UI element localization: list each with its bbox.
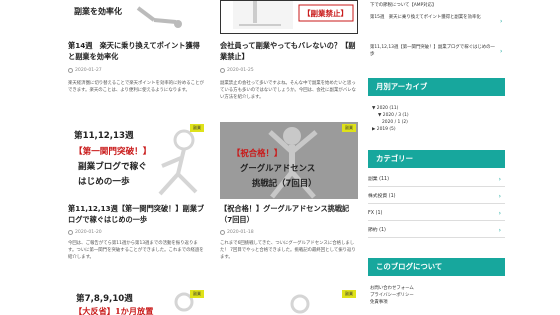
post-excerpt: 楽天経済圏に切り替えることで楽天ポイントを効率的に貯めることができます。楽天のこ… — [68, 81, 204, 93]
about-link[interactable]: お問い合わせフォーム — [370, 285, 414, 291]
category-heading: カテゴリー — [368, 150, 505, 168]
clock-icon — [68, 68, 73, 73]
post-thumbnail[interactable]: 第7,8,9,10週 【大反省】1か月放置 副業 — [68, 288, 206, 315]
related-link[interactable]: 第11,12,13週【第一関門突破！】副業ブログで稼ぐはじめの一歩 — [370, 44, 498, 58]
post-thumbnail[interactable]: 第11,12,13週 【第一関門突破！】 副業ブログで稼ぐ はじめの一歩 副業 — [68, 122, 206, 199]
post-title[interactable]: 第14週 楽天に乗り換えてポイント獲得と副業を効率化 — [68, 41, 206, 62]
category-item[interactable]: 節約 (1) › — [368, 224, 505, 238]
chevron-right-icon: › — [498, 210, 501, 217]
thumb-line: 挑戦記（7回目） — [252, 178, 316, 188]
related-link[interactable]: 第15週 楽天に乗り換えてポイント獲得と副業を効率化 — [370, 14, 498, 21]
thumb-caption: 【副業禁止】 — [303, 8, 348, 18]
post-thumbnail[interactable]: 副業を効率化 — [68, 0, 206, 34]
about-heading: このブログについて — [368, 258, 505, 276]
post-date: 2020-01-20 — [68, 230, 102, 235]
post-thumbnail[interactable]: 【副業禁止】 — [220, 0, 358, 34]
clock-icon — [68, 230, 73, 235]
chevron-right-icon: › — [500, 18, 503, 25]
thumb-line: はじめの一歩 — [78, 175, 130, 187]
thumb-line: 【祝合格！】 — [232, 148, 282, 158]
stick-figure-illustration: 第11,12,13週 【第一関門突破！】 副業ブログで稼ぐ はじめの一歩 — [74, 129, 198, 196]
category-badge[interactable]: 副業 — [190, 124, 204, 132]
chevron-right-icon: › — [498, 193, 501, 200]
thumb-line: グーグルアドセンス — [240, 163, 315, 173]
post-title[interactable]: 第11,12,13週【第一関門突破！】副業ブログで稼ぐはじめの一歩 — [68, 204, 206, 225]
post-excerpt: これまで6回挑戦してきた、ついにグーグルアドセンスに合格しました！ 7回目でやっ… — [220, 241, 356, 260]
category-badge[interactable]: 副業 — [342, 124, 356, 132]
post-title[interactable]: 会社員って副業やってもバレないの？【副業禁止】 — [220, 41, 358, 62]
archive-heading: 月別アーカイブ — [368, 78, 505, 96]
thumb-line: 副業ブログで稼ぐ — [78, 160, 147, 172]
category-item[interactable]: 株式投資 (1) › — [368, 190, 505, 204]
post-thumbnail[interactable]: 副業 — [220, 288, 358, 315]
chevron-right-icon: › — [498, 227, 501, 234]
thumb-line: 第7,8,9,10週 — [76, 292, 133, 304]
category-badge[interactable]: 副業 — [190, 290, 204, 298]
post-thumbnail[interactable]: 【祝合格！】 グーグルアドセンス 挑戦記（7回目） 副業 — [220, 122, 358, 199]
related-link[interactable]: 下での節税について【AMP対応】 — [370, 2, 498, 8]
archive-item[interactable]: ▼ 2020 / 3 (1) — [378, 113, 409, 118]
clock-icon — [220, 68, 225, 73]
stick-figure-illustration: 【副業禁止】 — [233, 1, 354, 29]
post-excerpt: 今回は、ご報告がてら第11週から第13週までの活動を振り返ります。ついに第一関門… — [68, 241, 204, 260]
thumb-line: 【第一関門突破！】 — [74, 145, 151, 157]
archive-item[interactable]: 2020 / 1 (2) — [382, 120, 408, 125]
post-date: 2020-01-27 — [68, 68, 102, 73]
stick-figure-illustration: 【祝合格！】 グーグルアドセンス 挑戦記（7回目） — [232, 127, 318, 199]
stick-figure-illustration — [290, 294, 310, 314]
post-date: 2020-01-25 — [220, 68, 254, 73]
thumb-caption: 副業を効率化 — [74, 6, 122, 16]
thumb-line: 【大反省】1か月放置 — [74, 306, 153, 315]
stick-figure-illustration: 副業を効率化 — [74, 6, 182, 28]
stick-figure-illustration: 第7,8,9,10週 【大反省】1か月放置 — [74, 292, 194, 315]
post-title[interactable]: 【祝合格！】グーグルアドセンス挑戦記（7回目） — [220, 204, 358, 225]
chevron-right-icon: › — [498, 176, 501, 183]
category-item[interactable]: FX (1) › — [368, 207, 505, 221]
category-item[interactable]: 副業 (11) › — [368, 173, 505, 187]
post-excerpt: 副業禁止の会社って多いですよね。そんな中で副業を始めたいと思っている方も多いので… — [220, 81, 356, 100]
thumb-line: 第11,12,13週 — [74, 129, 134, 141]
clock-icon — [220, 230, 225, 235]
archive-item[interactable]: ▶ 2019 (5) — [372, 127, 396, 132]
post-date: 2020-01-18 — [220, 230, 254, 235]
about-link[interactable]: プライバシーポリシー — [370, 292, 414, 298]
category-badge[interactable]: 副業 — [342, 290, 356, 298]
chevron-right-icon: › — [500, 48, 503, 55]
about-link[interactable]: 免責事項 — [370, 299, 388, 305]
archive-item[interactable]: ▼ 2020 (11) — [372, 106, 398, 111]
